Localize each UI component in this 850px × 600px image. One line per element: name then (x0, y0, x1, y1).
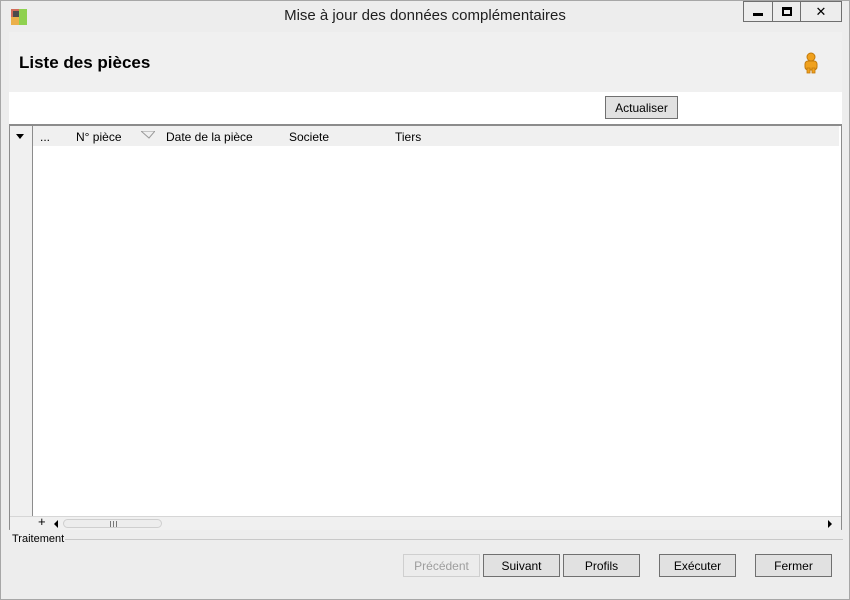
page-title: Liste des pièces (19, 53, 151, 72)
maximize-icon (781, 7, 792, 16)
minimize-button[interactable] (743, 1, 773, 22)
minimize-icon (753, 12, 763, 16)
profiles-button[interactable]: Profils (563, 554, 640, 577)
pieces-grid: ... N° pièce Date de la pièce Societe Ti… (9, 124, 842, 530)
grid-header: ... N° pièce Date de la pièce Societe Ti… (33, 126, 839, 146)
scroll-left-icon[interactable] (54, 520, 58, 528)
column-header-numero[interactable]: N° pièce (76, 130, 122, 144)
column-chooser-icon[interactable] (16, 134, 24, 139)
column-header-tiers[interactable]: Tiers (395, 130, 421, 144)
close-button[interactable]: Fermer (755, 554, 832, 577)
section-label: Traitement (12, 533, 65, 545)
toolbar: Actualiser (9, 92, 842, 124)
grid-row-selector-column (10, 126, 33, 516)
title-bar: Mise à jour des données complémentaires … (1, 1, 849, 31)
window-title: Mise à jour des données complémentaires (284, 7, 566, 24)
column-header-more[interactable]: ... (40, 130, 50, 144)
user-icon[interactable] (802, 52, 820, 74)
close-window-button[interactable]: ✕ (800, 1, 842, 22)
grip-icon (110, 521, 117, 527)
column-header-societe[interactable]: Societe (289, 130, 329, 144)
execute-button[interactable]: Exécuter (659, 554, 736, 577)
section-divider (65, 539, 843, 540)
dialog-window: Mise à jour des données complémentaires … (0, 0, 850, 600)
column-header-date[interactable]: Date de la pièce (166, 130, 253, 144)
horizontal-scrollbar-thumb[interactable] (63, 519, 162, 528)
grid-body[interactable] (33, 146, 839, 516)
scroll-right-icon[interactable] (828, 520, 832, 528)
previous-button[interactable]: Précédent (403, 554, 480, 577)
refresh-button[interactable]: Actualiser (605, 96, 678, 119)
page-header: Liste des pièces (9, 32, 842, 92)
next-button[interactable]: Suivant (483, 554, 560, 577)
maximize-button[interactable] (772, 1, 801, 22)
close-icon: ✕ (815, 4, 827, 19)
sort-icon (141, 131, 155, 139)
grid-footer: + (10, 514, 841, 530)
add-row-icon[interactable]: + (38, 514, 46, 529)
